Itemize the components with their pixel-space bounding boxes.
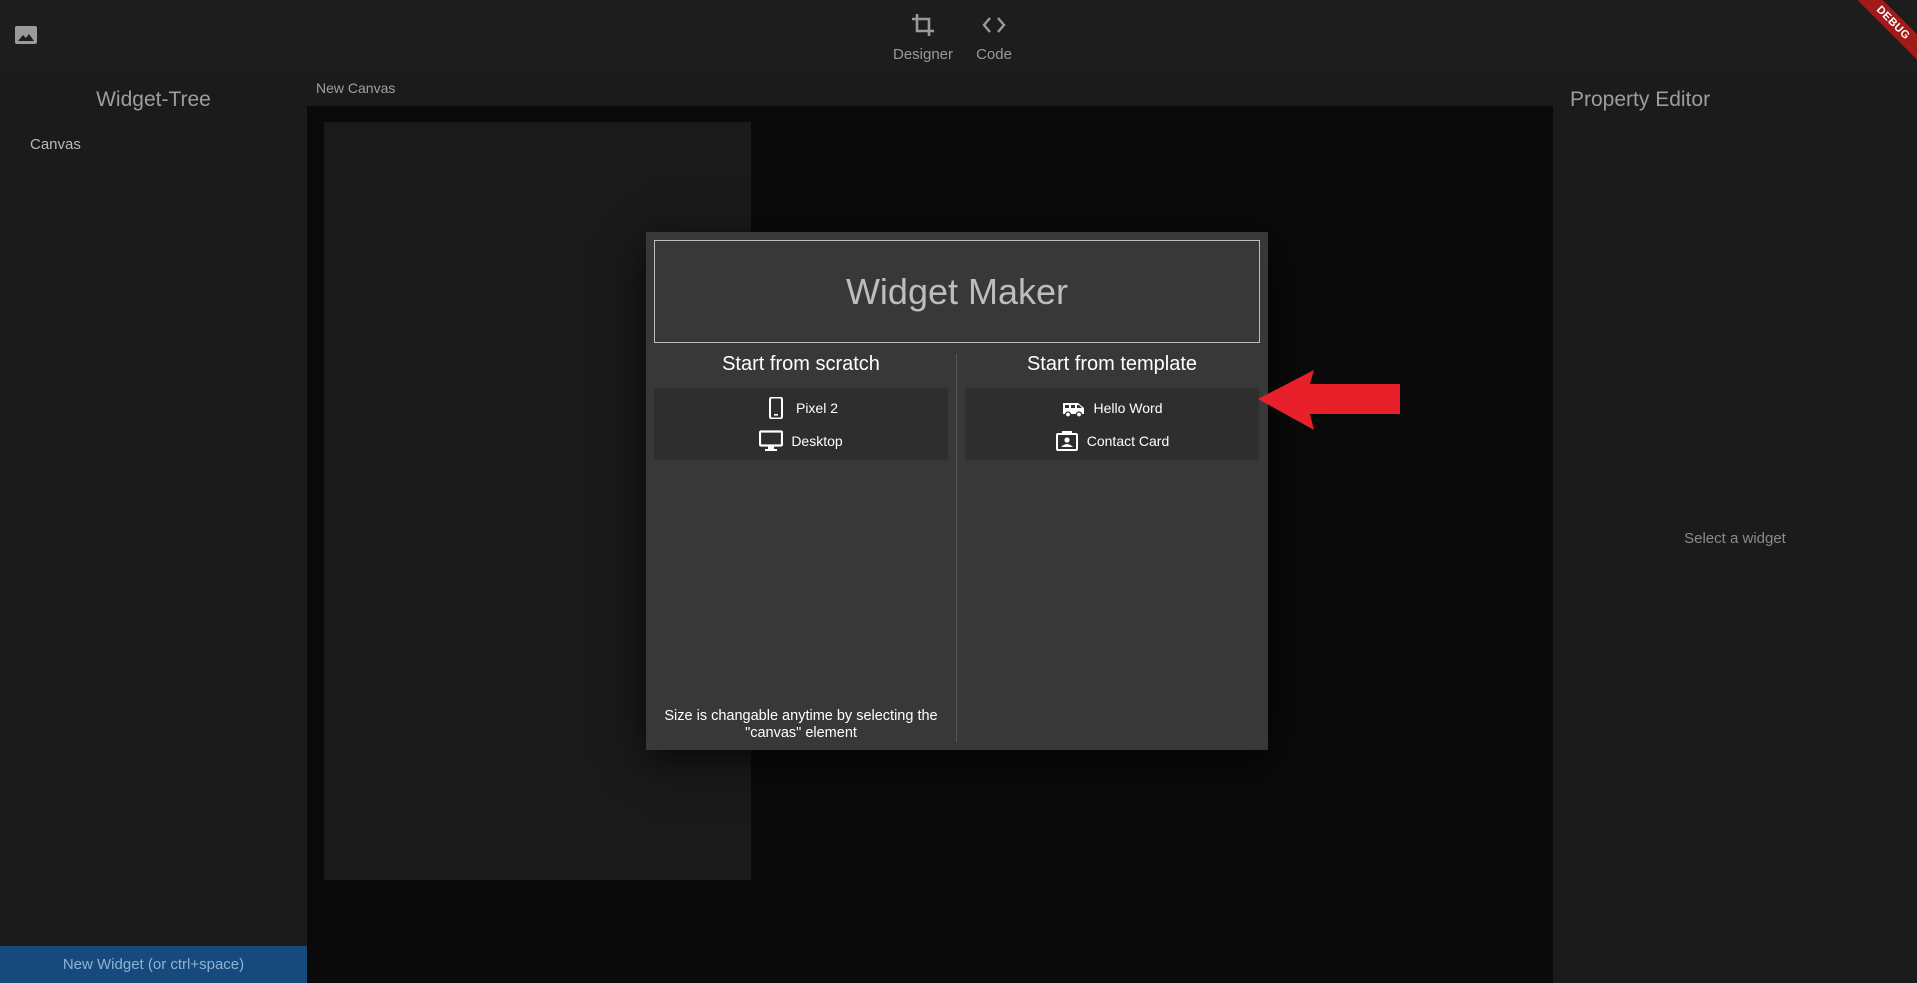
crop-icon: [912, 14, 934, 36]
pixel-2-option[interactable]: Pixel 2: [654, 391, 948, 424]
top-toolbar: Designer Code DEBUG: [0, 0, 1917, 72]
contact-card-label: Contact Card: [1086, 432, 1170, 449]
scratch-column: Start from scratch Pixel 2 Desktop: [654, 350, 948, 460]
code-tab[interactable]: Code: [958, 10, 1030, 70]
desktop-label: Desktop: [791, 432, 843, 449]
van-icon: [1062, 402, 1084, 418]
property-editor-title: Property Editor: [1570, 88, 1711, 111]
column-divider: [956, 354, 957, 742]
hello-word-option[interactable]: Hello Word: [965, 391, 1259, 424]
desktop-option[interactable]: Desktop: [654, 424, 948, 457]
designer-tab[interactable]: Designer: [887, 10, 959, 70]
contact-card-option[interactable]: Contact Card: [965, 424, 1259, 457]
canvas-name: New Canvas: [316, 80, 396, 96]
select-widget-hint: Select a widget: [1684, 530, 1786, 547]
property-editor-panel: Property Editor Select a widget: [1553, 72, 1917, 983]
template-options: Hello Word Contact Card: [965, 388, 1259, 460]
new-widget-button[interactable]: New Widget (or ctrl+space): [0, 946, 307, 983]
widget-tree-panel: Widget-Tree Canvas New Widget (or ctrl+s…: [0, 72, 307, 983]
scratch-options: Pixel 2 Desktop: [654, 388, 948, 460]
code-icon: [982, 17, 1006, 33]
template-title: Start from template: [1026, 353, 1198, 375]
canvas-header: New Canvas: [307, 72, 1553, 106]
code-tab-label: Code: [976, 46, 1012, 63]
size-note: Size is changable anytime by selecting t…: [664, 708, 938, 741]
scratch-title: Start from scratch: [722, 353, 880, 375]
designer-tab-label: Designer: [892, 46, 954, 63]
pixel-2-label: Pixel 2: [795, 399, 839, 416]
contact-card-icon: [1055, 430, 1078, 451]
phone-icon: [768, 396, 783, 419]
dialog-title: Widget Maker: [654, 240, 1260, 343]
hello-word-label: Hello Word: [1093, 399, 1163, 416]
widget-maker-dialog: Widget Maker Start from scratch Pixel 2 …: [646, 232, 1268, 750]
tree-item-canvas[interactable]: Canvas: [30, 136, 81, 153]
widget-tree-title: Widget-Tree: [96, 88, 211, 111]
image-icon[interactable]: [15, 26, 37, 44]
template-column: Start from template Hello Word Contact C…: [965, 350, 1259, 460]
debug-banner: DEBUG: [1844, 0, 1917, 72]
red-arrow-annotation: [1258, 370, 1400, 430]
monitor-icon: [759, 429, 784, 451]
